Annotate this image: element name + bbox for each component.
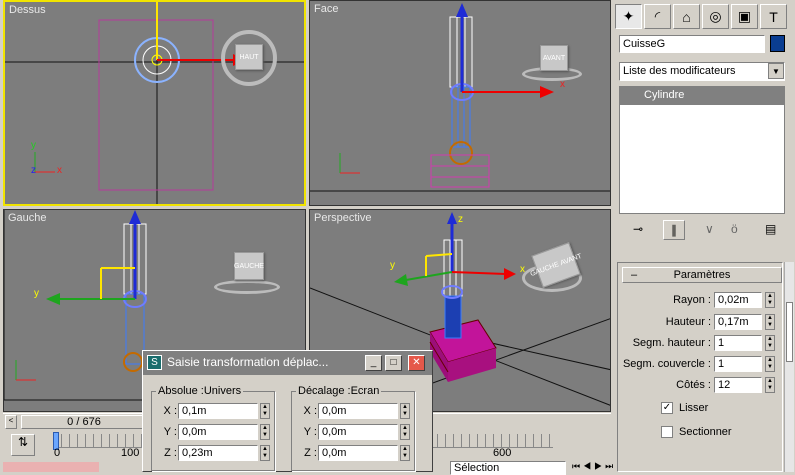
viewport-label[interactable]: Face (314, 3, 338, 15)
abs-z-spinner[interactable]: ▲ ▼ (260, 445, 270, 461)
abs-z-field[interactable]: 0,23m (178, 445, 258, 461)
viewport-front[interactable]: AVANT Face x (309, 0, 611, 206)
time-slider-thumb[interactable]: 0 / 676 (21, 415, 147, 429)
tick-label: 100 (121, 447, 140, 459)
modify-tab-icon[interactable]: ◜ (644, 4, 671, 29)
axis-label: X : (163, 405, 177, 417)
axis-label: Y : (303, 426, 317, 438)
slice-checkbox[interactable] (661, 426, 673, 438)
slice-label: Sectionner (679, 426, 732, 438)
axis-label: Z : (304, 447, 317, 459)
command-panel: ✦ ◜ ⌂ ◎ ▣ T CuisseG Liste des modificate… (613, 0, 795, 472)
height-segments-spinner[interactable]: ▲ ▼ (765, 335, 775, 351)
chevron-down-icon: ▼ (768, 63, 784, 79)
radius-spinner[interactable]: ▲ ▼ (765, 292, 775, 308)
pin-stack-icon[interactable]: ⊸ (633, 222, 643, 236)
axis-label: X : (303, 405, 317, 417)
param-label: Hauteur : (665, 316, 711, 328)
abs-y-field[interactable]: 0,0m (178, 424, 258, 440)
off-y-field[interactable]: 0,0m (318, 424, 398, 440)
stack-item[interactable]: Cylindre (620, 87, 784, 105)
axis-label-x: x (520, 264, 525, 275)
remove-modifier-icon[interactable]: ö (731, 222, 738, 236)
front-scene (310, 3, 610, 192)
viewport-top[interactable]: HAUT Dessus y z x (3, 0, 306, 206)
utilities-tab-icon[interactable]: T (760, 4, 787, 29)
time-prev-button[interactable]: < (5, 415, 17, 429)
axis-label-x: x (560, 79, 565, 90)
dialog-titlebar[interactable]: S Saisie transformation déplac... _ □ ✕ (143, 351, 432, 375)
viewport-label[interactable]: Perspective (314, 212, 371, 224)
modifier-list-dropdown[interactable]: Liste des modificateurs ▼ (619, 62, 785, 81)
axis-label-y: y (31, 140, 36, 151)
transform-typein-dialog: S Saisie transformation déplac... _ □ ✕ … (142, 350, 433, 472)
axis-label-y: y (390, 260, 395, 271)
viewcube[interactable]: HAUT (235, 44, 263, 70)
axis-label-x: x (57, 165, 62, 176)
tick-label: 600 (493, 447, 512, 459)
object-name-field[interactable]: CuisseG (619, 35, 765, 53)
frame-counter: 0 / 676 (67, 416, 101, 428)
smooth-label: Lisser (679, 402, 709, 414)
off-x-field[interactable]: 0,0m (318, 403, 398, 419)
group-title: Décalage :Ecran (296, 385, 382, 397)
key-filter-icon[interactable]: ⇅ (11, 434, 35, 456)
axis-label-y: y (34, 288, 39, 299)
viewport-label[interactable]: Dessus (9, 4, 46, 16)
axis-label-z: z (31, 165, 36, 176)
height-field[interactable]: 0,17m (714, 314, 762, 330)
viewcube[interactable]: GAUCHE (234, 252, 264, 280)
abs-x-spinner[interactable]: ▲ ▼ (260, 403, 270, 419)
hierarchy-tab-icon[interactable]: ⌂ (673, 4, 700, 29)
tick-label: 0 (54, 447, 61, 459)
group-title: Absolue :Univers (156, 385, 244, 397)
close-button[interactable]: ✕ (408, 355, 425, 371)
abs-x-field[interactable]: 0,1m (178, 403, 258, 419)
status-swatch (3, 462, 99, 472)
cap-segments-field[interactable]: 1 (714, 356, 762, 372)
configure-sets-icon[interactable]: ▤ (765, 222, 776, 236)
off-y-spinner[interactable]: ▲ ▼ (400, 424, 410, 440)
param-label: Rayon : (673, 294, 711, 306)
axis-label: Z : (164, 447, 177, 459)
height-segments-field[interactable]: 1 (714, 335, 762, 351)
param-label: Côtés : (676, 379, 711, 391)
collapse-icon: – (631, 269, 638, 281)
cap-segments-spinner[interactable]: ▲ ▼ (765, 356, 775, 372)
viewcube-ring (214, 280, 280, 294)
stack-toolbar: ⊸ ∥ ∨ ö ▤ (619, 218, 785, 242)
off-z-field[interactable]: 0,0m (318, 445, 398, 461)
maximize-button[interactable]: □ (385, 355, 402, 371)
param-label: Segm. couvercle : (622, 358, 711, 370)
create-tab-icon[interactable]: ✦ (615, 4, 642, 29)
sides-field[interactable]: 12 (714, 377, 762, 393)
smooth-checkbox[interactable]: ✓ (661, 402, 673, 414)
modifier-stack[interactable]: Cylindre (619, 86, 785, 214)
sides-spinner[interactable]: ▲ ▼ (765, 377, 775, 393)
radius-field[interactable]: 0,02m (714, 292, 762, 308)
dialog-title: Saisie transformation déplac... (167, 355, 329, 369)
make-unique-icon[interactable]: ∨ (705, 222, 714, 236)
panel-scrollbar[interactable] (784, 262, 794, 472)
height-spinner[interactable]: ▲ ▼ (765, 314, 775, 330)
off-z-spinner[interactable]: ▲ ▼ (400, 445, 410, 461)
scroll-thumb[interactable] (786, 302, 793, 362)
abs-y-spinner[interactable]: ▲ ▼ (260, 424, 270, 440)
off-x-spinner[interactable]: ▲ ▼ (400, 403, 410, 419)
motion-tab-icon[interactable]: ◎ (702, 4, 729, 29)
axis-label: Y : (163, 426, 177, 438)
param-label: Segm. hauteur : (632, 337, 711, 349)
selection-dropdown[interactable]: Sélection (450, 461, 566, 475)
app-icon: S (147, 355, 162, 370)
viewport-label[interactable]: Gauche (8, 212, 47, 224)
show-end-result-icon[interactable]: ∥ (663, 220, 685, 240)
object-color-swatch[interactable] (770, 35, 785, 52)
viewcube-face-left: GAUCHE (529, 260, 560, 278)
rollout-header[interactable]: – Paramètres (622, 267, 782, 283)
axis-label-z: z (458, 214, 463, 225)
viewcube[interactable]: AVANT (540, 45, 568, 71)
display-tab-icon[interactable]: ▣ (731, 4, 758, 29)
minimize-button[interactable]: _ (365, 355, 382, 371)
